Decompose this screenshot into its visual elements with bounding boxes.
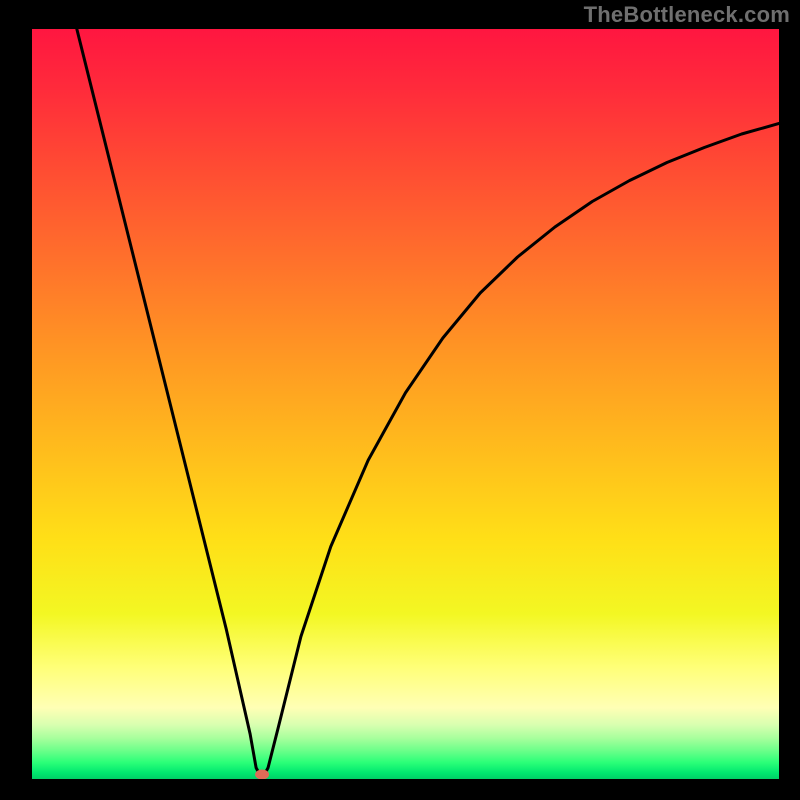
- watermark-text: TheBottleneck.com: [584, 2, 790, 28]
- chart-frame: { "watermark": "TheBottleneck.com", "cha…: [0, 0, 800, 800]
- plot-background: [32, 29, 779, 779]
- bottleneck-chart: [0, 0, 800, 800]
- minimum-marker: [255, 770, 269, 780]
